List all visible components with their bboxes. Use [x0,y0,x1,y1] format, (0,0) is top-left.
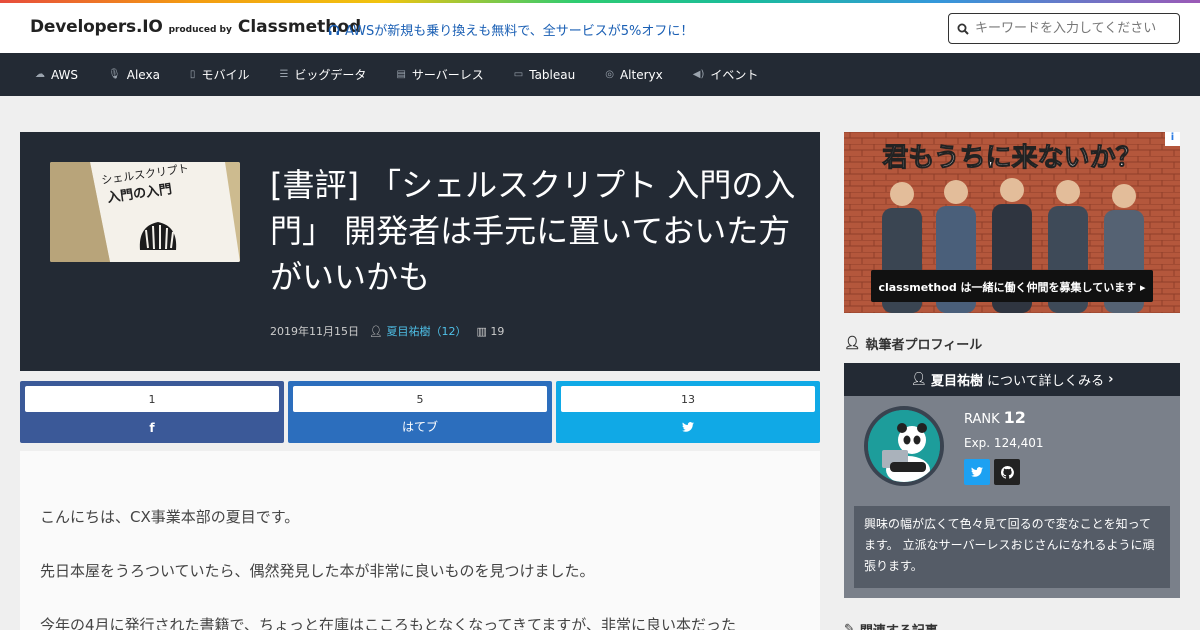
author-github-button[interactable] [994,459,1020,485]
user-icon: 👤︎ [910,372,927,387]
views-count: 19 [490,324,505,338]
twitter-share-count: 13 [561,386,815,412]
nav-item-label: Tableau [529,67,576,82]
author-rank: RANK 12 [964,408,1026,427]
profile-heading-text: 執筆者プロフィール [865,338,983,353]
tag-icon: ✎ [844,622,855,630]
article-paragraph: 先日本屋をうろついていたら、偶然発見した本が非常に良いものを見つけました。 [40,562,595,580]
rank-label: RANK [964,412,1000,427]
share-buttons: 1 f 5 はてブ 13 [20,381,820,443]
twitter-icon [556,421,820,435]
nav-item-label: Alexa [126,67,160,82]
category-nav: ☁ AWS 🎙︎ Alexa ▯ モバイル ☰ ビッグデータ ▤ サーバーレス … [0,53,1200,96]
related-heading-text: 関連する記事 [860,620,938,630]
ad-info-icon[interactable]: i [1165,132,1180,146]
article-body: こんにちは、CX事業本部の夏目です。 先日本屋をうろついていたら、偶然発見した本… [20,451,820,630]
nav-item-aws[interactable]: ☁ AWS [35,68,78,82]
hatena-bookmark-button[interactable]: 5 はてブ [288,381,552,443]
nav-item-label: モバイル [201,68,250,82]
book-cover-image: シェルスクリプト 入門の入門 [50,162,240,262]
nav-item-alexa[interactable]: 🎙︎ Alexa [108,68,160,82]
list-icon: ☰ [279,69,289,80]
ad-banner-text: classmethod は一緒に働く仲間を募集しています ▸ [878,280,1146,294]
promo-link[interactable]: AWSが新規も乗り換えも無料で、全サービスが5%オフに！ [328,20,693,39]
nav-item-label: ビッグデータ [294,68,367,82]
author-profile-link[interactable]: 👤︎ 夏目祐樹 について詳しくみる › [844,363,1180,396]
search-box[interactable] [948,13,1180,44]
recruit-ad-image: 君もうちに来ないか？ classmethod は一緒に働く仲間を募集しています … [844,132,1180,313]
headphones-icon [328,24,340,35]
promo-text: AWSが新規も乗り換えも無料で、全サービスが5%オフに！ [345,24,694,39]
mobile-icon: ▯ [189,69,196,80]
bar-chart-icon: ▥ [476,324,487,338]
article-paragraph: 今年の4月に発行された書籍で、ちょっと在庫はこころもとなくなってきてますが、非常… [40,616,736,630]
article-title: [書評] 「シェルスクリプト 入門の入門」 開発者は手元に置いておいた方がいいか… [270,166,796,296]
chevron-right-icon: › [1108,372,1114,387]
target-icon: ◎ [605,69,614,80]
hatena-bookmark-count: 5 [293,386,547,412]
article-hero: シェルスクリプト 入門の入門 [書評] 「シェルスクリプト 入門の入門」 開発者… [20,132,820,371]
author-exp: Exp. 124,401 [964,436,1044,450]
desktop-icon: ▭ [513,69,524,80]
nav-item-tableau[interactable]: ▭ Tableau [514,68,575,82]
twitter-icon [971,467,983,477]
facebook-share-button[interactable]: 1 f [20,381,284,443]
nav-item-bigdata[interactable]: ☰ ビッグデータ [279,66,366,83]
panda-avatar-image [868,410,940,482]
related-heading: ✎ 関連する記事 [844,620,938,630]
speaker-icon: ◀) [692,69,705,80]
author-twitter-button[interactable] [964,459,990,485]
hatena-label: はてブ [401,420,438,434]
nav-item-serverless[interactable]: ▤ サーバーレス [396,66,483,83]
article-views: ▥ 19 [476,325,504,338]
cloud-icon: ☁ [35,69,45,80]
author-name: 夏目祐樹（12） [386,325,467,338]
rank-value: 12 [1003,408,1026,427]
facebook-share-count: 1 [25,386,279,412]
nav-item-mobile[interactable]: ▯ モバイル [190,66,250,83]
author-bio: 興味の幅が広くて色々見て回るので変なことを知ってます。 立派なサーバーレスおじさ… [854,506,1170,588]
nav-item-label: サーバーレス [411,68,484,82]
server-icon: ▤ [396,69,406,80]
microphone-icon: 🎙︎ [108,69,121,80]
twitter-share-button[interactable]: 13 [556,381,820,443]
facebook-icon: f [149,421,155,435]
article-paragraph: こんにちは、CX事業本部の夏目です。 [40,508,300,526]
top-header: Developers.IO produced by Classmethod AW… [0,3,1200,53]
logo-produced-by: produced by [168,25,232,35]
profile-link-text: について詳しくみる [987,374,1105,389]
nav-item-alteryx[interactable]: ◎ Alteryx [605,68,663,82]
article-date: 2019年11月15日 [270,325,359,338]
nav-item-event[interactable]: ◀) イベント [693,66,759,83]
site-logo[interactable]: Developers.IO produced by Classmethod [30,17,361,37]
nav-item-label: AWS [51,67,79,82]
author-profile-card: 👤︎ 夏目祐樹 について詳しくみる › RANK 12 Exp. 124,401 … [844,363,1180,598]
search-icon [957,23,969,35]
article-thumbnail: シェルスクリプト 入門の入門 [50,162,240,262]
recruit-ad-banner[interactable]: 君もうちに来ないか？ classmethod は一緒に働く仲間を募集しています … [844,132,1180,313]
profile-heading: 👤︎ 執筆者プロフィール [844,334,982,353]
avatar [864,406,944,486]
github-icon [1000,465,1014,479]
article-meta: 2019年11月15日 👤︎ 夏目祐樹（12） ▥ 19 [270,323,504,339]
user-icon: 👤︎ [369,325,383,338]
search-input[interactable] [975,21,1170,36]
nav-item-label: イベント [710,68,759,82]
user-icon: 👤︎ [844,336,861,351]
nav-item-label: Alteryx [619,67,663,82]
ad-headline: 君もうちに来ないか？ [882,143,1141,173]
logo-main-text: Developers.IO [30,17,163,37]
article-author-link[interactable]: 👤︎ 夏目祐樹（12） [369,323,466,339]
profile-author-name: 夏目祐樹 [931,374,984,389]
